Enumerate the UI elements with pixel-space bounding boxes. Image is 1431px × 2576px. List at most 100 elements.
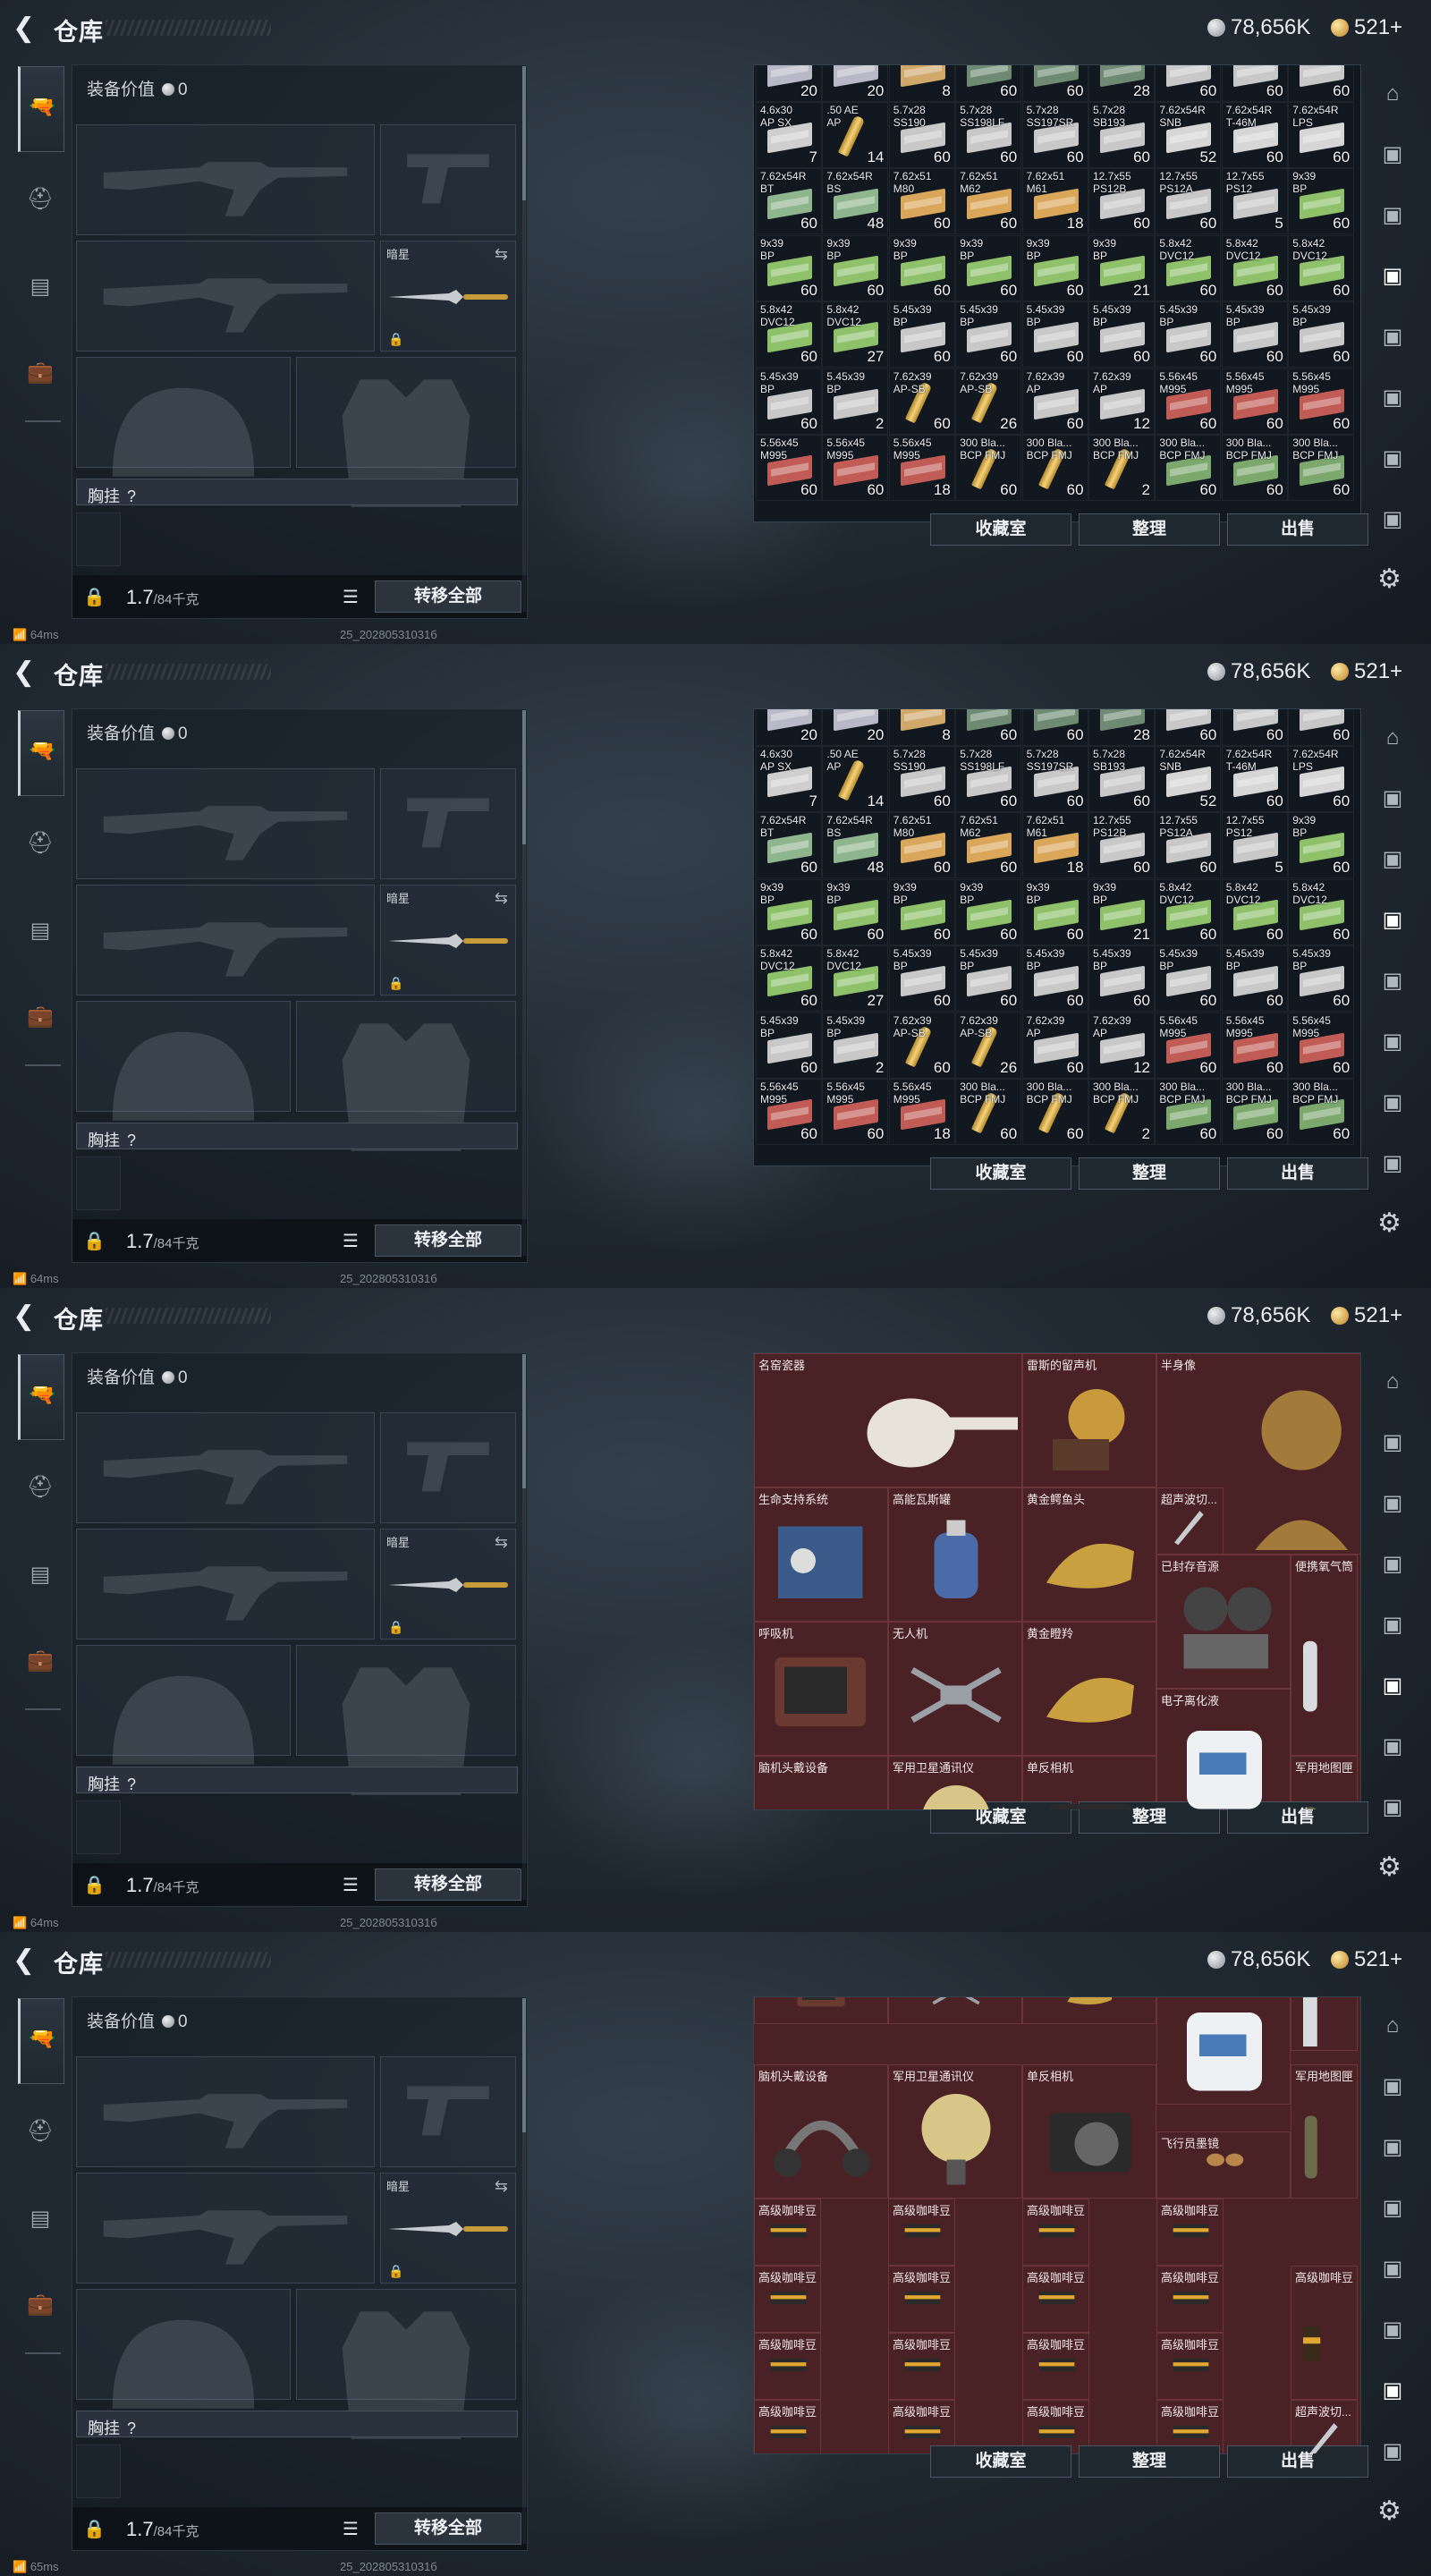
ammo-cell[interactable]: 300 Bla... BCP FMJ 60 <box>1155 1078 1222 1145</box>
ammo-cell[interactable]: 60 <box>1288 709 1355 746</box>
ammo-cell[interactable]: 60 <box>955 709 1022 746</box>
armor-slot[interactable] <box>296 1001 516 1151</box>
tab-helmet[interactable]: ⛑ <box>20 1467 61 1508</box>
back-arrow-icon[interactable]: ❮ <box>13 657 45 689</box>
swap-icon[interactable]: ⇆ <box>495 245 508 264</box>
primary-weapon-slot[interactable] <box>76 124 375 235</box>
valuable-item-cell[interactable]: 便携氧气筒 <box>1291 1555 1358 1756</box>
ammo-cell[interactable]: 5.56x45 M995 60 <box>1221 368 1288 435</box>
secondary-weapon-slot[interactable] <box>76 241 375 352</box>
ammo-cell[interactable]: 5.45x39 BP 60 <box>756 368 822 435</box>
rail-stash-6-icon[interactable]: ▣ <box>1374 440 1411 478</box>
ammo-cell[interactable]: 7.62x54R LPS 60 <box>1288 101 1355 168</box>
transfer-all-button[interactable]: 转移全部 <box>375 2512 521 2545</box>
ammo-cell[interactable]: 5.8x42 DVC12 60 <box>1221 878 1288 945</box>
sell-button[interactable]: 出售 <box>1227 513 1368 546</box>
help-icon[interactable]: ? <box>127 487 136 505</box>
secondary-weapon-slot[interactable] <box>76 885 375 996</box>
ammo-cell[interactable]: 12.7x55 PS12B 60 <box>1088 812 1155 879</box>
valuable-item-cell[interactable]: 高级咖啡豆 <box>888 2266 955 2333</box>
tab-weapons[interactable]: 🔫 <box>18 710 64 796</box>
gold-currency[interactable]: 521+ <box>1331 1302 1402 1329</box>
ammo-cell[interactable]: 60 <box>1021 65 1088 102</box>
primary-weapon-slot[interactable] <box>76 1412 375 1523</box>
helmet-slot[interactable] <box>76 357 291 477</box>
sort-button[interactable]: 整理 <box>1079 1157 1220 1190</box>
transfer-all-button[interactable]: 转移全部 <box>375 1224 521 1257</box>
valuable-item-cell[interactable]: 超声波切... <box>1291 2400 1358 2453</box>
tab-armor[interactable]: ▤ <box>20 1555 61 1596</box>
ammo-cell[interactable]: 5.7x28 SB193 60 <box>1088 101 1155 168</box>
valuable-item-cell[interactable] <box>1291 1997 1358 2051</box>
valuable-item-cell[interactable]: 黄金瞪羚 <box>1022 1622 1156 1756</box>
chest-rig-bar[interactable]: 胸挂? <box>76 479 518 505</box>
valuable-item-cell[interactable]: 高级咖啡豆 <box>888 2199 955 2266</box>
valuable-item-cell[interactable]: 高级咖啡豆 <box>888 2400 955 2453</box>
ammo-cell[interactable]: 9x39 BP 60 <box>822 878 889 945</box>
ammo-cell[interactable]: 5.56x45 M995 60 <box>822 1078 889 1145</box>
ammo-cell[interactable]: 5.8x42 DVC12 60 <box>756 301 822 369</box>
valuable-item-cell[interactable]: 高级咖啡豆 <box>888 2333 955 2400</box>
ammo-cell[interactable]: .50 AE AP 14 <box>822 101 889 168</box>
ammo-cell[interactable]: 60 <box>1221 65 1288 102</box>
ammo-cell[interactable]: 7.62x51 M62 60 <box>955 812 1022 879</box>
ammo-cell[interactable]: 5.8x42 DVC12 60 <box>1221 234 1288 301</box>
ammo-cell[interactable]: 5.56x45 M995 60 <box>1155 368 1222 435</box>
rail-stash-2-icon[interactable]: ▣ <box>1374 2129 1411 2166</box>
settings-icon[interactable]: ⚙ <box>1377 564 1401 595</box>
ammo-cell[interactable]: 60 <box>1155 65 1222 102</box>
ammo-cell[interactable]: 7.62x51 M61 18 <box>1021 812 1088 879</box>
ammo-cell[interactable]: 9x39 BP 60 <box>756 234 822 301</box>
chest-rig-bar[interactable]: 胸挂? <box>76 1767 518 1793</box>
rail-stash-1-icon[interactable]: ▣ <box>1374 136 1411 174</box>
pistol-slot[interactable] <box>380 768 516 879</box>
back-arrow-icon[interactable]: ❮ <box>13 1945 45 1977</box>
ammo-cell[interactable]: 5.8x42 DVC12 27 <box>822 945 889 1013</box>
valuable-item-cell[interactable]: 高级咖啡豆 <box>1022 2400 1089 2453</box>
pistol-slot[interactable] <box>380 1412 516 1523</box>
rig-slot[interactable] <box>76 1157 121 1210</box>
helmet-slot[interactable] <box>76 1645 291 1765</box>
ammo-cell[interactable]: 9x39 BP 60 <box>1288 168 1355 235</box>
ammo-cell[interactable]: 5.8x42 DVC12 60 <box>1288 234 1355 301</box>
rail-stash-4-icon[interactable]: ▣ <box>1374 2250 1411 2288</box>
secondary-weapon-slot[interactable] <box>76 1529 375 1640</box>
list-icon[interactable]: ☰ <box>343 586 359 608</box>
ammo-cell[interactable]: 5.7x28 SS198LF 60 <box>955 101 1022 168</box>
equipment-scrollbar[interactable] <box>522 710 526 1256</box>
rail-stash-7-icon[interactable]: ▣ <box>1374 2433 1411 2470</box>
ammo-cell[interactable]: 8 <box>888 65 955 102</box>
ammo-cell[interactable]: 7.62x39 AP-SB 60 <box>888 368 955 435</box>
ammo-cell[interactable]: 5.8x42 DVC12 60 <box>1155 878 1222 945</box>
equipment-scrollbar[interactable] <box>522 66 526 612</box>
rail-stash-5-icon[interactable]: ▣ <box>1374 1023 1411 1061</box>
ammo-cell[interactable]: 5.7x28 SS190 60 <box>888 101 955 168</box>
ammo-cell[interactable]: .50 AE AP 14 <box>822 745 889 812</box>
secondary-weapon-slot[interactable] <box>76 2173 375 2284</box>
settings-icon[interactable]: ⚙ <box>1377 1852 1401 1883</box>
valuable-item-cell[interactable]: 高级咖啡豆 <box>1156 2333 1224 2400</box>
valuable-item-cell[interactable]: 高级咖啡豆 <box>754 2266 821 2333</box>
rail-stash-3-icon[interactable]: ▣ <box>1374 902 1411 939</box>
valuable-item-cell[interactable] <box>1022 1997 1156 2024</box>
ammo-cell[interactable]: 7.62x39 AP 12 <box>1088 368 1155 435</box>
valuable-item-cell[interactable]: 脑机头戴设备 <box>754 2064 888 2199</box>
rail-stash-7-icon[interactable]: ▣ <box>1374 501 1411 538</box>
primary-weapon-slot[interactable] <box>76 768 375 879</box>
ammo-cell[interactable]: 5.7x28 SB193 60 <box>1088 745 1155 812</box>
ammo-cell[interactable]: 7.62x51 M80 60 <box>888 168 955 235</box>
valuable-item-cell[interactable]: 高级咖啡豆 <box>1156 2400 1224 2453</box>
rail-stash-7-icon[interactable]: ▣ <box>1374 1145 1411 1182</box>
rig-slot[interactable] <box>76 1801 121 1854</box>
ammo-cell[interactable]: 5.56x45 M995 60 <box>1288 1012 1355 1079</box>
settings-icon[interactable]: ⚙ <box>1377 1208 1401 1239</box>
ammo-cell[interactable]: 300 Bla... BCP FMJ 60 <box>1288 1078 1355 1145</box>
ammo-cell[interactable]: 5.45x39 BP 60 <box>1288 945 1355 1013</box>
rail-stash-5-icon[interactable]: ▣ <box>1374 2311 1411 2349</box>
rail-stash-6-icon[interactable]: ▣ <box>1374 1728 1411 1766</box>
ammo-cell[interactable]: 5.45x39 BP 60 <box>1155 301 1222 369</box>
valuable-item-cell[interactable]: 高级咖啡豆 <box>1156 2266 1224 2333</box>
ammo-cell[interactable]: 5.56x45 M995 60 <box>756 1078 822 1145</box>
valuable-item-cell[interactable]: 军用地图匣 <box>1291 2064 1358 2199</box>
equipment-scrollbar[interactable] <box>522 1354 526 1900</box>
